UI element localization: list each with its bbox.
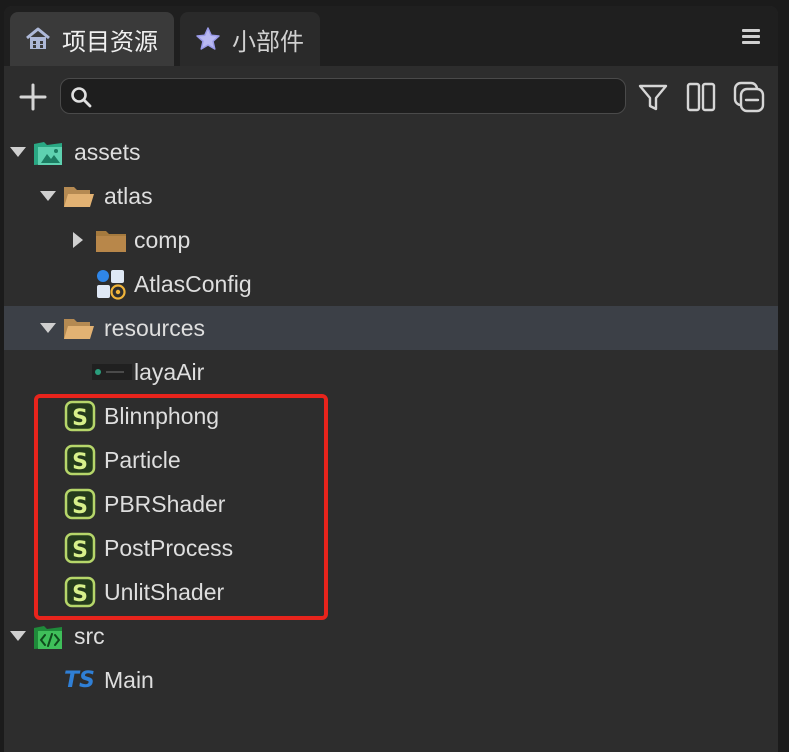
atlas-config-icon bbox=[97, 270, 126, 300]
tree-item-shader[interactable]: S Blinnphong bbox=[4, 394, 778, 438]
tab-bar: 项目资源 小部件 bbox=[4, 6, 778, 66]
panel-menu-button[interactable] bbox=[742, 26, 760, 48]
assets-folder-icon bbox=[34, 142, 62, 165]
shader-file-icon: S bbox=[64, 532, 96, 564]
tree-item-label: UnlitShader bbox=[104, 578, 225, 605]
tree-item-label: assets bbox=[74, 138, 141, 165]
expand-arrow-icon[interactable] bbox=[8, 142, 28, 162]
tab-widgets[interactable]: 小部件 bbox=[180, 12, 320, 66]
tab-project-resources[interactable]: 项目资源 bbox=[10, 12, 174, 66]
tree-item-shader[interactable]: S UnlitShader bbox=[4, 570, 778, 614]
tree-item-shader[interactable]: S PBRShader bbox=[4, 482, 778, 526]
open-folder-icon bbox=[64, 187, 94, 207]
tree-item-label: layaAir bbox=[134, 358, 205, 385]
tree-item-assets[interactable]: assets bbox=[4, 130, 778, 174]
filter-icon[interactable] bbox=[636, 80, 670, 114]
search-icon bbox=[71, 87, 92, 108]
tree-item-label: atlas bbox=[104, 182, 153, 209]
tree-item-label: comp bbox=[134, 226, 191, 253]
svg-text:S: S bbox=[72, 494, 88, 519]
tree-item-label: Main bbox=[104, 666, 154, 693]
star-icon bbox=[196, 27, 220, 50]
tree-item-label: PBRShader bbox=[104, 490, 226, 517]
tree-item-shader[interactable]: S Particle bbox=[4, 438, 778, 482]
tree-item-label: AtlasConfig bbox=[134, 270, 252, 297]
folder-icon bbox=[96, 231, 126, 252]
search-input[interactable] bbox=[99, 83, 623, 111]
shader-file-icon: S bbox=[64, 400, 96, 432]
tab-label: 项目资源 bbox=[62, 28, 158, 56]
menu-line bbox=[742, 35, 760, 38]
tree-item-main[interactable]: TS Main bbox=[4, 658, 778, 702]
svg-text:S: S bbox=[72, 406, 88, 431]
open-folder-icon bbox=[64, 319, 94, 339]
collapse-all-icon[interactable] bbox=[732, 80, 766, 114]
svg-text:S: S bbox=[72, 538, 88, 563]
tree-item-comp[interactable]: comp bbox=[4, 218, 778, 262]
collapse-arrow-icon[interactable] bbox=[68, 230, 88, 250]
shader-file-icon: S bbox=[64, 576, 96, 608]
typescript-icon: TS bbox=[64, 667, 95, 693]
tree-item-shader[interactable]: S PostProcess bbox=[4, 526, 778, 570]
toolbar bbox=[4, 66, 778, 130]
tree-item-src[interactable]: src bbox=[4, 614, 778, 658]
image-thumbnail-icon bbox=[92, 364, 132, 380]
tree-item-resources[interactable]: resources bbox=[4, 306, 778, 350]
svg-text:S: S bbox=[72, 582, 88, 607]
project-resources-panel: 项目资源 小部件 assets atlas comp AtlasConfig r… bbox=[4, 6, 778, 752]
expand-arrow-icon[interactable] bbox=[38, 318, 58, 338]
add-icon[interactable] bbox=[18, 82, 48, 112]
search-box[interactable] bbox=[60, 78, 626, 114]
tree-item-label: src bbox=[74, 622, 105, 649]
expand-arrow-icon[interactable] bbox=[8, 626, 28, 646]
tree-item-label: Particle bbox=[104, 446, 181, 473]
svg-text:S: S bbox=[72, 450, 88, 475]
tree-item-layaair[interactable]: layaAir bbox=[4, 350, 778, 394]
expand-arrow-icon[interactable] bbox=[38, 186, 58, 206]
menu-line bbox=[742, 41, 760, 44]
shader-file-icon: S bbox=[64, 488, 96, 520]
split-view-icon[interactable] bbox=[684, 80, 718, 114]
tree-item-label: Blinnphong bbox=[104, 402, 220, 429]
shader-file-icon: S bbox=[64, 444, 96, 476]
menu-line bbox=[742, 29, 760, 32]
tree-item-label: resources bbox=[104, 314, 205, 341]
tree-item-atlas-config[interactable]: AtlasConfig bbox=[4, 262, 778, 306]
tree-item-atlas[interactable]: atlas bbox=[4, 174, 778, 218]
source-folder-icon bbox=[34, 626, 62, 649]
home-icon bbox=[26, 27, 50, 49]
tree-item-label: PostProcess bbox=[104, 534, 234, 561]
tab-label: 小部件 bbox=[232, 28, 304, 56]
